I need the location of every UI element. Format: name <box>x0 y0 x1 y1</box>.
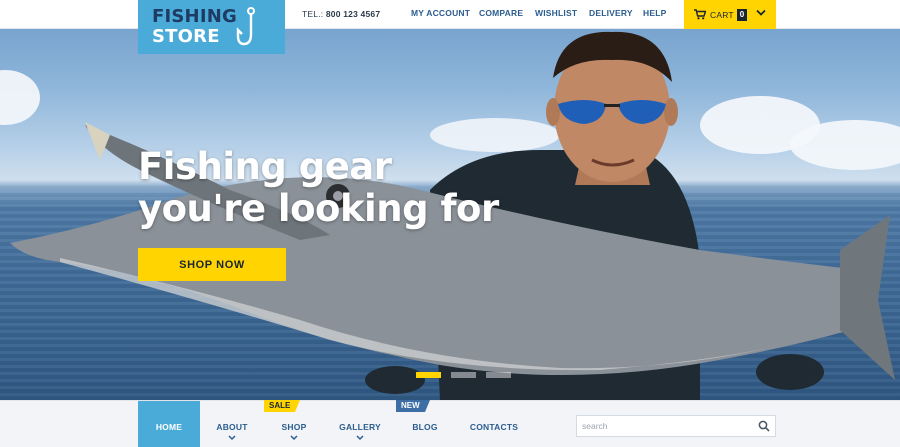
search-input[interactable] <box>577 416 753 436</box>
chevron-down-icon <box>290 435 298 441</box>
nav-label-contacts: CONTACTS <box>469 422 519 432</box>
delivery-link[interactable]: DELIVERY <box>589 8 643 18</box>
my-account-link[interactable]: MY ACCOUNT <box>411 8 479 18</box>
sale-badge: SALE <box>264 400 301 412</box>
nav-item-gallery[interactable]: GALLERY <box>334 401 386 447</box>
chevron-down-icon <box>228 435 236 441</box>
cart-button[interactable]: CART 0 <box>684 0 776 29</box>
cart-icon <box>694 9 706 20</box>
hero-heading-line1: Fishing gear <box>138 145 392 188</box>
search-box <box>576 415 776 437</box>
help-link[interactable]: HELP <box>643 8 666 18</box>
phone-label: TEL.: <box>302 9 324 19</box>
chevron-down-icon <box>356 435 364 441</box>
slide-dot-2[interactable] <box>451 372 476 378</box>
nav-item-about[interactable]: ABOUT <box>208 401 256 447</box>
cart-count-badge: 0 <box>736 8 748 21</box>
hero-heading-line2: you're looking for <box>138 187 499 230</box>
wishlist-link[interactable]: WISHLIST <box>535 8 589 18</box>
nav-label-about: ABOUT <box>216 422 248 432</box>
nav-label-blog: BLOG <box>412 422 438 432</box>
compare-link[interactable]: COMPARE <box>479 8 535 18</box>
shop-now-button[interactable]: SHOP NOW <box>138 248 286 281</box>
new-badge: NEW <box>396 400 430 412</box>
account-links: MY ACCOUNT COMPARE WISHLIST DELIVERY HEL… <box>411 8 666 18</box>
top-bar: TEL.: 800 123 4567 MY ACCOUNT COMPARE WI… <box>0 0 900 29</box>
chevron-down-icon[interactable] <box>756 9 766 17</box>
hero-banner: Fishing gear you're looking for SHOP NOW <box>0 0 900 400</box>
logo-text-line1: FISHING <box>152 6 237 27</box>
phone-info: TEL.: 800 123 4567 <box>302 9 380 19</box>
slide-dot-3[interactable] <box>486 372 511 378</box>
nav-item-home[interactable]: HOME <box>138 401 200 447</box>
fish-hook-icon <box>236 7 255 46</box>
phone-number[interactable]: 800 123 4567 <box>326 9 380 19</box>
slide-dot-1[interactable] <box>416 372 441 378</box>
slider-pagination <box>416 372 511 378</box>
nav-item-contacts[interactable]: CONTACTS <box>466 401 522 447</box>
cart-label: CART <box>710 9 734 20</box>
hero-heading: Fishing gear you're looking for <box>138 146 558 230</box>
logo-text-line2: STORE <box>152 26 220 47</box>
nav-label-home: HOME <box>155 422 183 432</box>
nav-label-gallery: GALLERY <box>339 422 381 432</box>
nav-label-shop: SHOP <box>281 422 307 432</box>
search-icon[interactable] <box>758 420 770 432</box>
site-logo[interactable]: FISHING STORE <box>138 0 285 54</box>
